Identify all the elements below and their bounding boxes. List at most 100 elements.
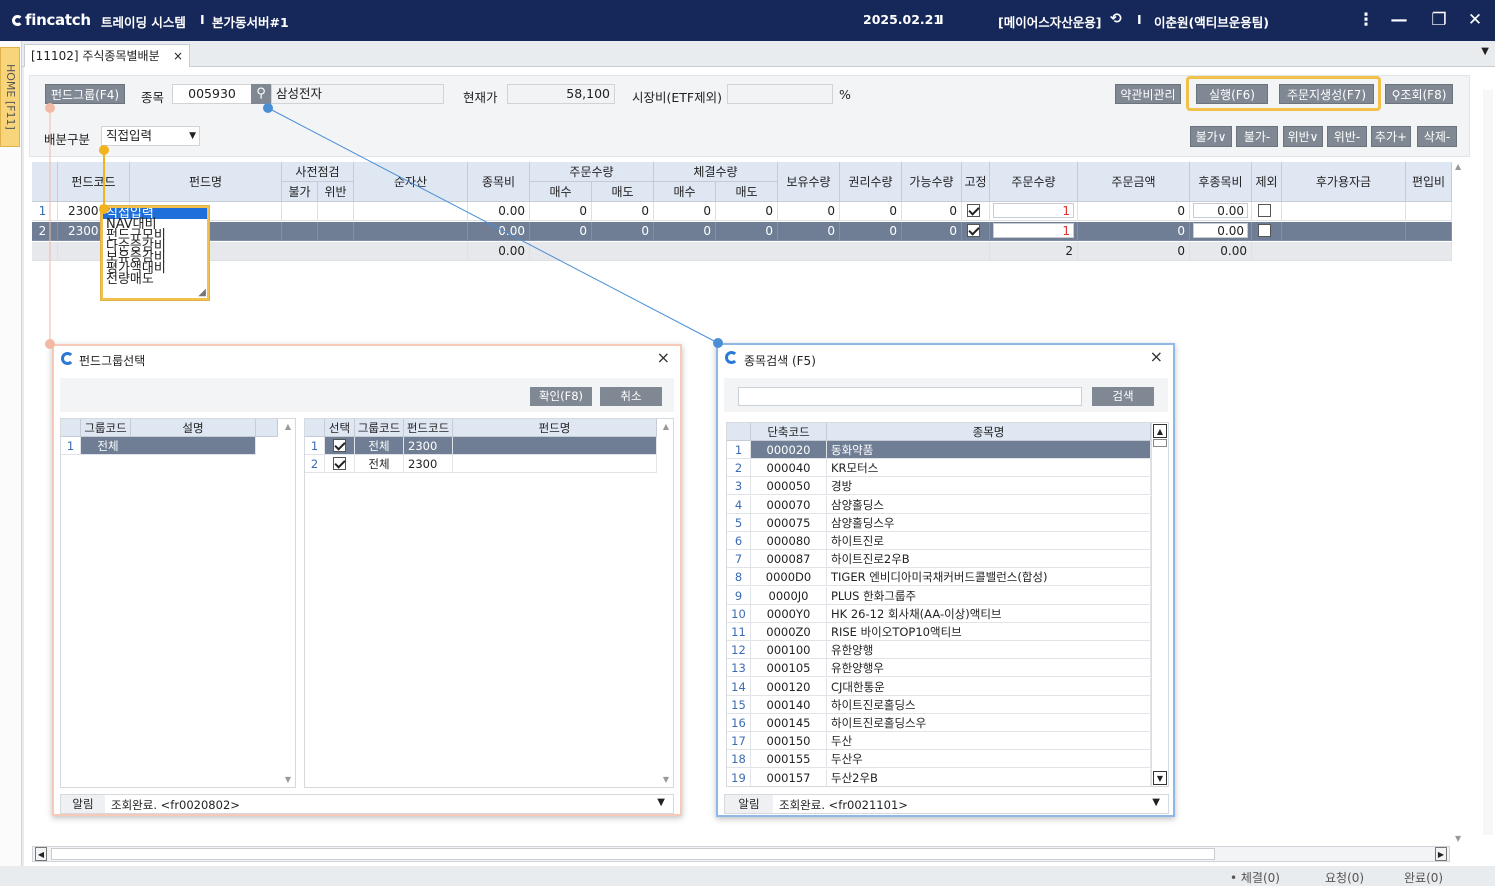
stock-name[interactable]: 두산우 [827,750,1151,769]
scroll-down-icon[interactable]: ▼ [663,775,669,784]
more-menu-icon[interactable]: ⋮ [1353,8,1379,34]
scroll-up-icon[interactable]: ▲ [1153,424,1167,438]
stock-code[interactable]: 0000Y0 [751,604,827,623]
alloc-type-select[interactable]: 직접입력 ▼ [101,126,200,146]
stock-name[interactable]: 경방 [827,477,1151,496]
stock-search-input[interactable] [738,387,1082,406]
dialog-close-icon[interactable]: × [1150,347,1163,366]
stock-code[interactable]: 0000Z0 [751,623,827,641]
stock-name[interactable]: KR모터스 [827,459,1151,478]
scroll-thumb[interactable] [51,848,1215,860]
search-icon[interactable]: ⚲ [251,84,271,104]
grid-action-button[interactable]: 불가∨ [1190,126,1232,147]
stock-code[interactable]: 000150 [751,732,827,751]
order-qty-input[interactable]: 1 [993,203,1074,218]
stock-name[interactable]: 삼양홀딩스 [827,495,1151,514]
tab-list-icon[interactable]: ▼ [1481,46,1489,57]
fund-group-button[interactable]: 펀드그룹(F4) [45,84,125,104]
scroll-left-icon[interactable]: ◀ [35,847,47,861]
stock-name[interactable]: 유한양행 [827,641,1151,660]
stock-code[interactable]: 000155 [751,750,827,769]
group-code[interactable]: 전체 [81,437,256,455]
stock-code[interactable]: 000087 [751,550,827,569]
refresh-icon[interactable]: ⟲ [1110,11,1122,27]
grid-vertical-scrollbar[interactable]: ▲ ▼ [1452,160,1468,845]
scroll-up-icon[interactable]: ▲ [663,422,669,431]
chevron-down-icon[interactable]: ▼ [1152,797,1160,808]
stock-name[interactable]: 두산2우B [827,768,1151,786]
stock-name[interactable]: 유한양행우 [827,659,1151,678]
select-checkbox[interactable] [333,439,346,452]
restore-icon[interactable]: ❐ [1426,8,1452,34]
alloc-type-dropdown[interactable]: 직접입력 NAV대비 펀드규모비 다순증감비 보유증감비 평가액대비 전량매도 ◢ [101,206,209,300]
stock-code[interactable]: 000145 [751,714,827,732]
exclude-checkbox[interactable] [1258,224,1271,237]
stock-code[interactable]: 000020 [751,441,827,459]
chevron-down-icon[interactable]: ▼ [657,797,665,808]
list-scrollbar[interactable]: ▲ ▼ [1151,423,1168,786]
fixed-checkbox[interactable] [967,204,980,217]
grid-action-button[interactable]: 위반∨ [1283,126,1323,147]
after-weight-input[interactable]: 0.00 [1193,223,1248,238]
tab-stock-allocation[interactable]: [11102] 주식종목별배분 × [24,44,190,67]
stock-name[interactable]: RISE 바이오TOP10액티브 [827,623,1151,641]
scroll-up-icon[interactable]: ▲ [285,422,291,431]
search-button[interactable]: 검색 [1092,387,1154,406]
stock-name[interactable]: 동화약품 [827,441,1151,459]
tab-close-icon[interactable]: × [173,45,183,67]
page-scrollbar[interactable] [1483,90,1493,835]
stock-code[interactable]: 000050 [751,477,827,496]
grid-action-button[interactable]: 추가+ [1371,126,1411,147]
stock-name[interactable]: 두산 [827,732,1151,751]
scroll-down-icon[interactable]: ▼ [1455,834,1461,843]
scroll-down-icon[interactable]: ▼ [285,775,291,784]
fixed-checkbox[interactable] [967,224,980,237]
order-qty-input[interactable]: 1 [993,223,1074,238]
policy-manage-button[interactable]: 약관비관리 [1115,84,1181,104]
query-button[interactable]: ⚲조회(F8) [1385,84,1453,104]
select-checkbox[interactable] [333,457,346,470]
stock-name[interactable]: PLUS 한화그룹주 [827,586,1151,605]
stock-name[interactable]: 하이트진로홀딩스 [827,695,1151,714]
stock-code[interactable]: 000100 [751,641,827,660]
stock-name[interactable]: 삼양홀딩스우 [827,513,1151,532]
confirm-button[interactable]: 확인(F8) [530,387,592,406]
stock-code[interactable]: 000080 [751,532,827,550]
cancel-button[interactable]: 취소 [600,387,662,406]
stock-code[interactable]: 000075 [751,513,827,532]
stock-name[interactable]: HK 26-12 회사채(AA-이상)액티브 [827,604,1151,623]
stock-name[interactable]: CJ대한통운 [827,677,1151,696]
request-count[interactable]: 요청(0) [1325,869,1364,886]
stock-code[interactable]: 000157 [751,768,827,786]
create-order-button[interactable]: 주문지생성(F7) [1279,84,1374,104]
exclude-checkbox[interactable] [1258,204,1271,217]
scroll-thumb[interactable] [1153,439,1167,447]
exec-count[interactable]: • 체결(0) [1230,869,1280,886]
stock-name[interactable]: 하이트진로홀딩스우 [827,714,1151,732]
scroll-down-icon[interactable]: ▼ [1153,771,1167,785]
stock-code[interactable]: 000120 [751,677,827,696]
stock-code[interactable]: 000040 [751,459,827,478]
run-button[interactable]: 실행(F6) [1196,84,1268,104]
grid-action-button[interactable]: 삭제- [1417,126,1457,147]
minimize-icon[interactable]: — [1386,8,1412,34]
grid-action-button[interactable]: 위반- [1327,126,1367,147]
stock-code[interactable]: 000140 [751,695,827,714]
close-icon[interactable]: ✕ [1462,8,1488,34]
stock-code[interactable]: 0000J0 [751,586,827,605]
done-count[interactable]: 완료(0) [1404,869,1443,886]
horizontal-scrollbar[interactable]: ◀ ▶ [32,846,1450,862]
stock-name[interactable]: 하이트진로2우B [827,550,1151,569]
stock-code[interactable]: 0000D0 [751,568,827,587]
grid-action-button[interactable]: 불가- [1236,126,1278,147]
home-button[interactable]: HOME [F11] [0,47,20,147]
scroll-up-icon[interactable]: ▲ [1455,162,1461,171]
stock-code[interactable]: 000105 [751,659,827,678]
stock-name[interactable]: 하이트진로 [827,532,1151,550]
scroll-right-icon[interactable]: ▶ [1435,847,1447,861]
stock-code-input[interactable]: 005930 [172,84,252,104]
stock-code[interactable]: 000070 [751,495,827,514]
dialog-close-icon[interactable]: × [657,348,670,367]
stock-name[interactable]: TIGER 엔비디아미국채커버드콜밸런스(합성) [827,568,1151,587]
resize-grip-icon[interactable]: ◢ [198,287,206,298]
